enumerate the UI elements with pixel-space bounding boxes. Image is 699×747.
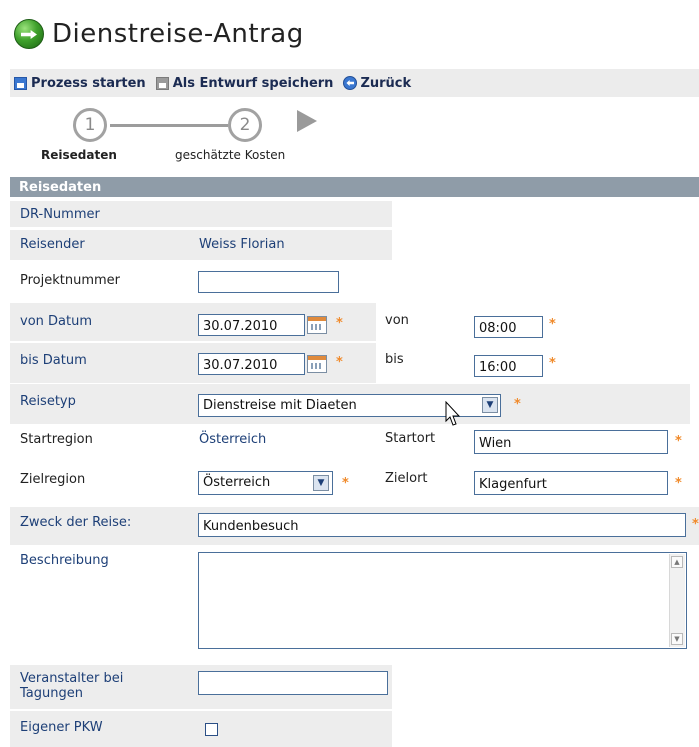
startregion-label: Startregion bbox=[20, 432, 93, 447]
scroll-down-icon[interactable]: ▼ bbox=[671, 633, 683, 645]
step-2-number: 2 bbox=[239, 115, 251, 135]
pkw-checkbox[interactable] bbox=[205, 723, 218, 736]
pkw-label: Eigener PKW bbox=[20, 720, 103, 735]
projektnummer-input[interactable] bbox=[198, 271, 339, 293]
chevron-down-icon[interactable]: ▼ bbox=[313, 475, 329, 491]
mouse-cursor-icon bbox=[445, 401, 461, 426]
zweck-label: Zweck der Reise: bbox=[20, 515, 132, 530]
step-connector bbox=[110, 124, 228, 127]
required-marker: * bbox=[336, 316, 343, 331]
required-marker: * bbox=[692, 517, 699, 532]
required-marker: * bbox=[675, 434, 682, 449]
zweck-input[interactable] bbox=[198, 513, 686, 537]
page-title: Dienstreise-Antrag bbox=[52, 19, 304, 49]
required-marker: * bbox=[342, 476, 349, 491]
dr-nummer-label: DR-Nummer bbox=[20, 207, 100, 222]
scroll-up-icon[interactable]: ▲ bbox=[671, 556, 683, 568]
step-2-circle[interactable]: 2 bbox=[228, 108, 262, 142]
save-draft-button[interactable]: Als Entwurf speichern bbox=[155, 75, 334, 91]
step-1-circle[interactable]: 1 bbox=[73, 108, 107, 142]
startort-label: Startort bbox=[385, 431, 436, 446]
zielort-label: Zielort bbox=[385, 471, 428, 486]
required-marker: * bbox=[336, 355, 343, 370]
reisetyp-selected-value: Dienstreise mit Diaeten bbox=[203, 398, 357, 413]
zielregion-selected-value: Österreich bbox=[203, 475, 271, 490]
start-process-label: Prozess starten bbox=[31, 75, 146, 91]
beschreibung-label: Beschreibung bbox=[20, 553, 109, 568]
startort-input[interactable] bbox=[474, 430, 668, 454]
bis-datum-label: bis Datum bbox=[20, 353, 87, 368]
bis-time-input[interactable] bbox=[474, 355, 543, 377]
beschreibung-textarea[interactable]: ▲ ▼ bbox=[198, 552, 687, 649]
required-marker: * bbox=[514, 397, 521, 412]
chevron-down-icon[interactable]: ▼ bbox=[482, 397, 498, 413]
back-label: Zurück bbox=[360, 75, 412, 91]
reisender-value: Weiss Florian bbox=[199, 237, 285, 252]
next-step-arrow-icon bbox=[297, 110, 317, 132]
von-label: von bbox=[385, 313, 409, 328]
zielort-input[interactable] bbox=[474, 471, 668, 495]
required-marker: * bbox=[675, 476, 682, 491]
floppy-disk-icon bbox=[155, 76, 169, 90]
step-1-number: 1 bbox=[84, 115, 96, 135]
scrollbar[interactable]: ▲ ▼ bbox=[669, 554, 685, 647]
startregion-value: Österreich bbox=[199, 432, 267, 447]
projektnummer-label: Projektnummer bbox=[20, 273, 121, 288]
back-arrow-icon bbox=[343, 76, 358, 90]
back-button[interactable]: Zurück bbox=[343, 76, 411, 91]
reisetyp-label: Reisetyp bbox=[20, 394, 76, 409]
calendar-icon[interactable] bbox=[307, 316, 327, 334]
save-draft-label: Als Entwurf speichern bbox=[172, 75, 334, 91]
calendar-icon[interactable] bbox=[307, 355, 327, 373]
von-datum-input[interactable] bbox=[198, 314, 305, 336]
step-1-label: Reisedaten bbox=[41, 148, 117, 162]
page-header: Dienstreise-Antrag bbox=[14, 18, 304, 50]
reisender-label: Reisender bbox=[20, 237, 85, 252]
bis-datum-input[interactable] bbox=[198, 353, 305, 375]
step-2-label: geschätzte Kosten bbox=[175, 148, 286, 162]
section-title: Reisedaten bbox=[19, 179, 102, 195]
von-time-input[interactable] bbox=[474, 316, 543, 338]
required-marker: * bbox=[549, 356, 556, 371]
toolbar: Prozess starten Als Entwurf speichern Zu… bbox=[10, 69, 699, 97]
start-process-button[interactable]: Prozess starten bbox=[14, 76, 146, 91]
required-marker: * bbox=[549, 317, 556, 332]
zielregion-label: Zielregion bbox=[20, 472, 86, 487]
veranstalter-input[interactable] bbox=[198, 671, 388, 695]
section-header: Reisedaten bbox=[10, 177, 699, 197]
globe-icon bbox=[14, 19, 44, 49]
floppy-disk-icon bbox=[14, 76, 27, 90]
bis-label: bis bbox=[385, 352, 404, 367]
von-datum-label: von Datum bbox=[20, 314, 92, 329]
veranstalter-label: Veranstalter bei Tagungen bbox=[20, 671, 124, 701]
